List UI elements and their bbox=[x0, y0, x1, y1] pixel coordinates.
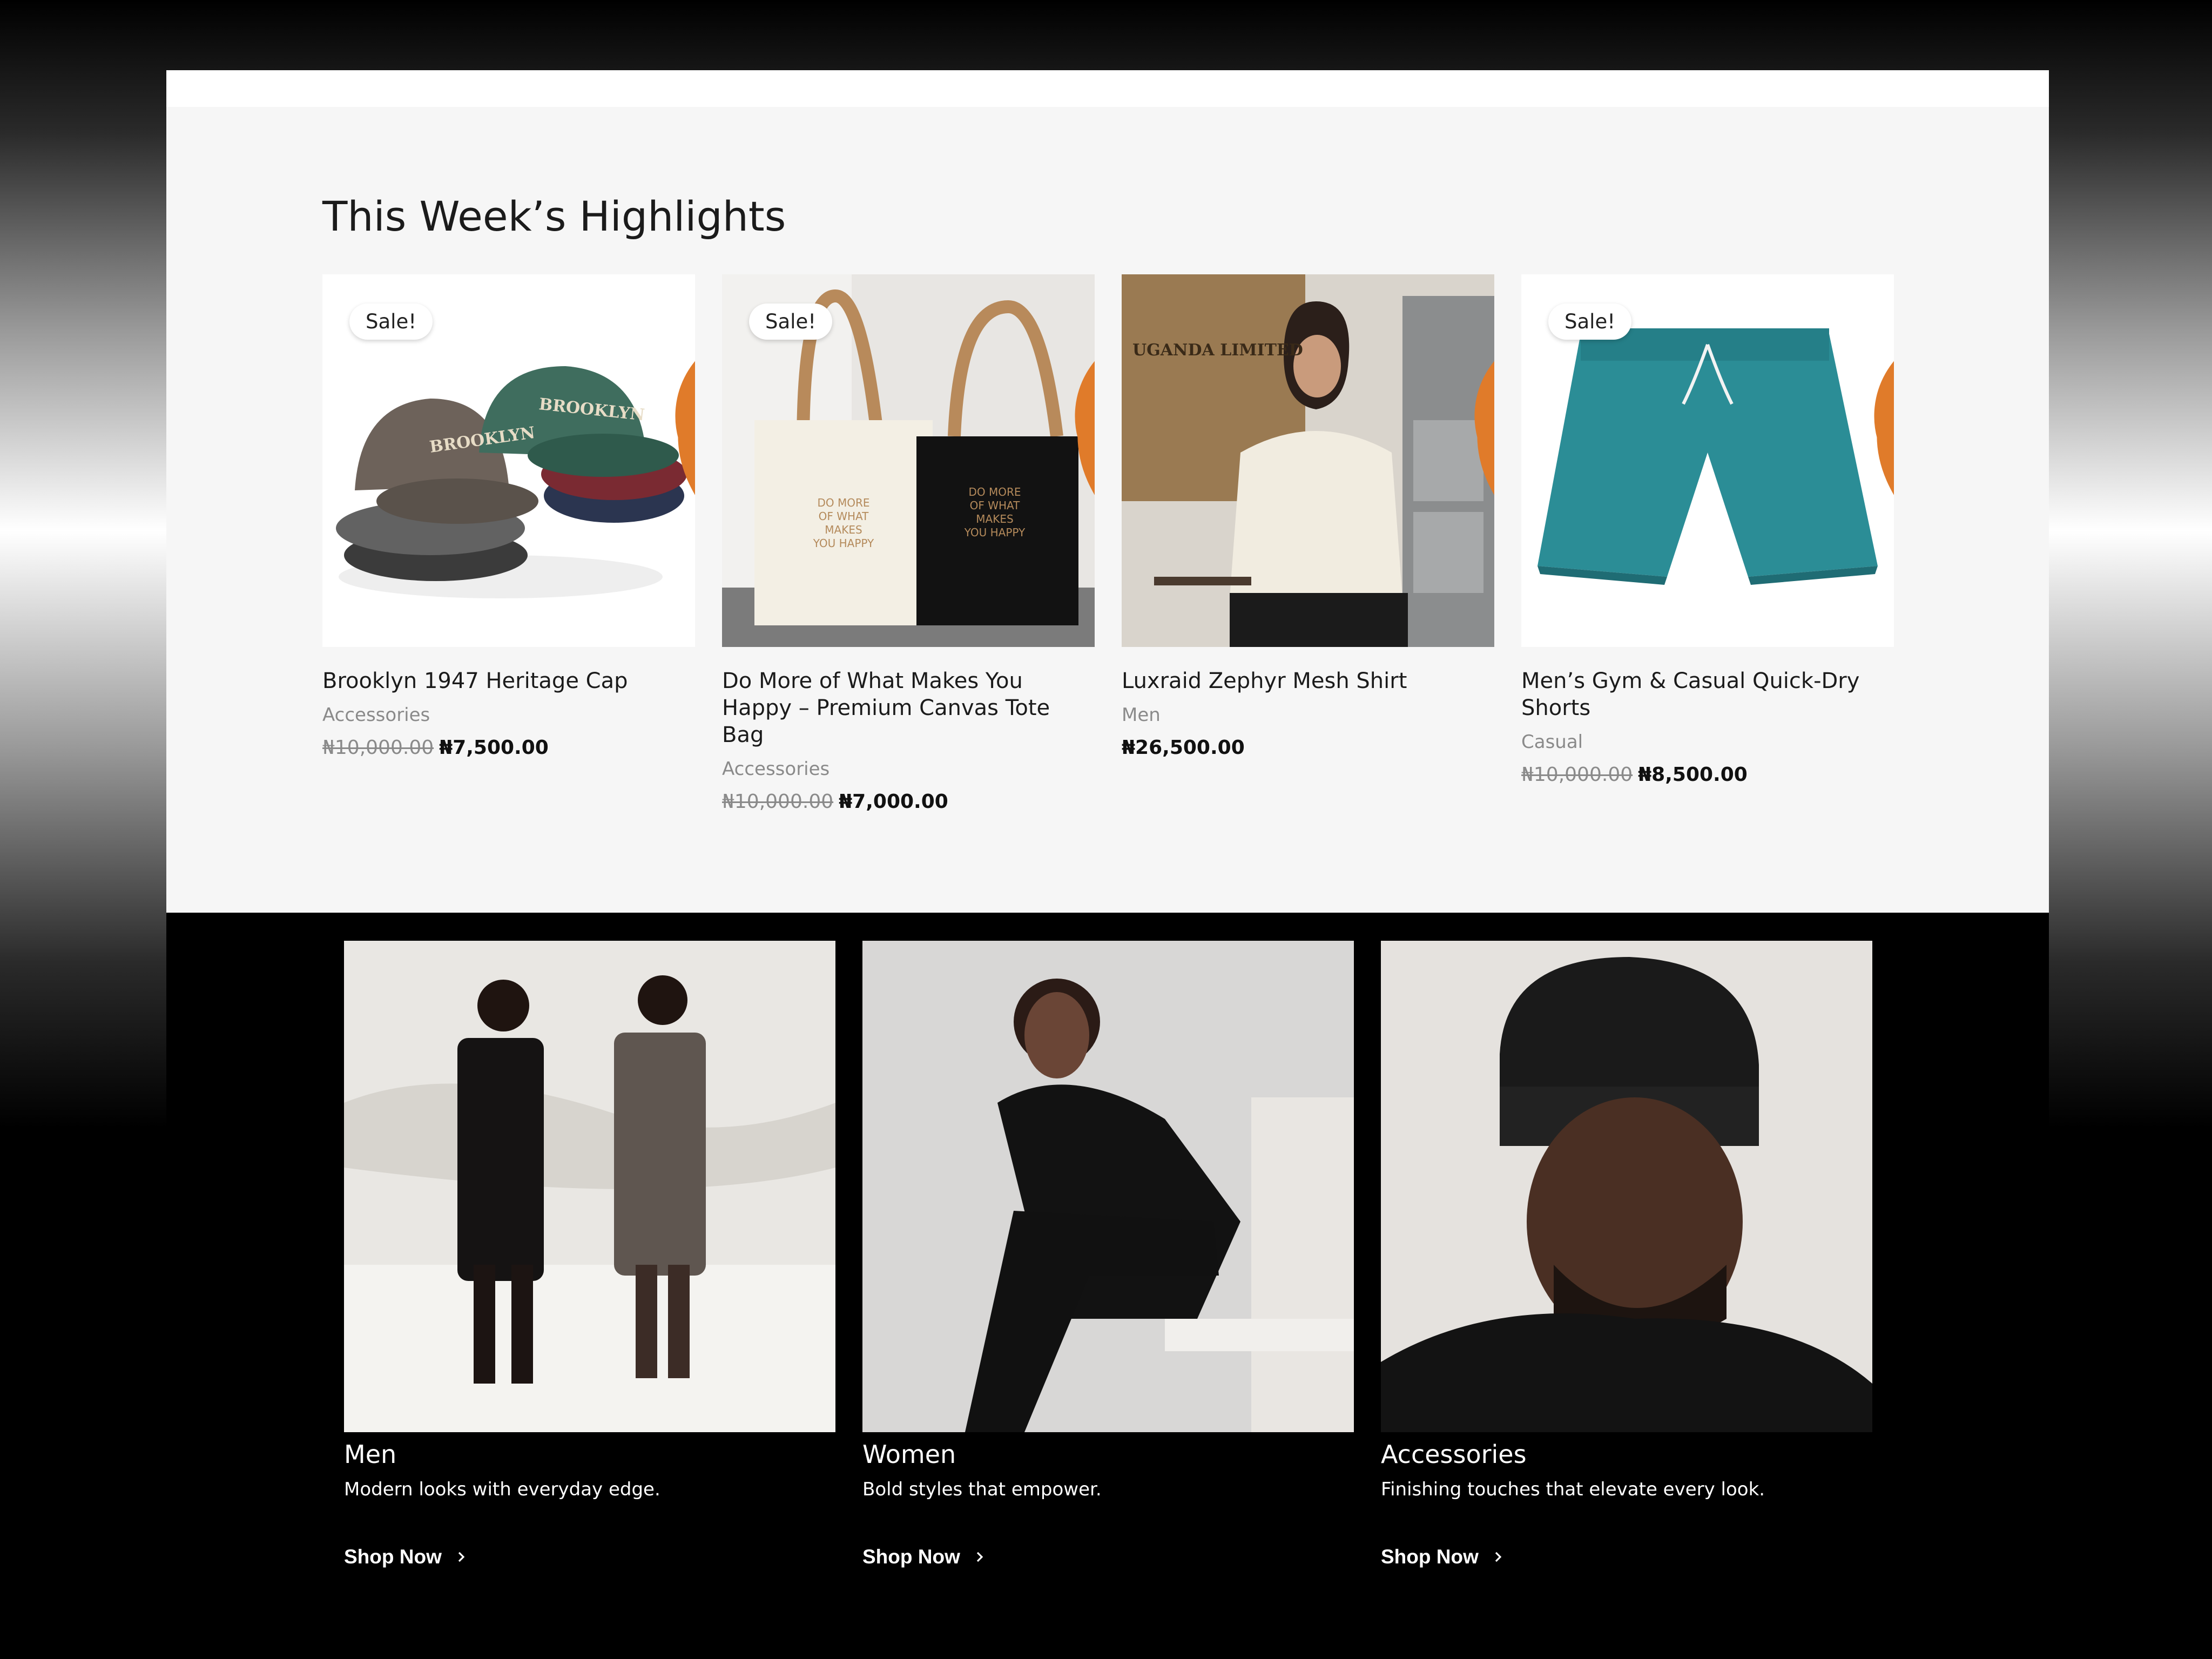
category-image[interactable] bbox=[344, 941, 835, 1432]
page-frame: This Week’s Highlights BROOKLYN BROOKLYN bbox=[166, 70, 2049, 1587]
product-image[interactable]: DO MORE OF WHAT MAKES YOU HAPPY DO MORE … bbox=[722, 274, 1095, 647]
chevron-right-icon bbox=[1495, 1552, 1502, 1562]
svg-text:UGANDA LIMITED: UGANDA LIMITED bbox=[1132, 341, 1303, 360]
men-category-image bbox=[344, 941, 835, 1432]
highlights-section: This Week’s Highlights BROOKLYN BROOKLYN bbox=[166, 107, 2049, 981]
svg-text:DO MORE: DO MORE bbox=[817, 496, 869, 509]
shop-now-link[interactable]: Shop Now bbox=[344, 1546, 468, 1568]
sale-price: ₦7,500.00 bbox=[439, 737, 549, 759]
category-description: Finishing touches that elevate every loo… bbox=[1381, 1479, 1765, 1500]
svg-text:DO MORE: DO MORE bbox=[968, 485, 1021, 498]
heart-icon[interactable] bbox=[1844, 304, 1894, 495]
accessories-category-image bbox=[1381, 941, 1872, 1432]
shop-now-label: Shop Now bbox=[1381, 1546, 1479, 1568]
category-tile-women[interactable]: Women Bold styles that empower. Shop Now bbox=[862, 941, 1354, 1568]
categories-section: Men Modern looks with everyday edge. Sho… bbox=[166, 913, 2049, 1587]
product-title[interactable]: Brooklyn 1947 Heritage Cap bbox=[322, 667, 695, 694]
svg-text:MAKES: MAKES bbox=[976, 512, 1013, 525]
product-card[interactable]: Sale! Men’s Gym & Casual Quick-Dry Short… bbox=[1521, 274, 1894, 786]
product-title[interactable]: Do More of What Makes You Happy – Premiu… bbox=[722, 667, 1095, 748]
sale-badge: Sale! bbox=[749, 304, 833, 340]
old-price: ₦10,000.00 bbox=[722, 791, 834, 813]
product-price: ₦10,000.00 ₦7,500.00 bbox=[322, 737, 695, 759]
category-description: Bold styles that empower. bbox=[862, 1479, 1102, 1500]
svg-text:MAKES: MAKES bbox=[825, 523, 862, 536]
product-image[interactable]: UGANDA LIMITED bbox=[1122, 274, 1494, 647]
sale-badge: Sale! bbox=[1548, 304, 1632, 340]
product-category[interactable]: Accessories bbox=[322, 704, 695, 726]
women-category-image bbox=[862, 941, 1354, 1432]
product-category[interactable]: Men bbox=[1122, 704, 1494, 726]
product-card[interactable]: UGANDA LIMITED Luxraid Zephyr Mesh Shirt… bbox=[1122, 274, 1494, 759]
product-price: ₦26,500.00 bbox=[1122, 737, 1494, 759]
product-image[interactable]: Sale! bbox=[1521, 274, 1894, 647]
sale-price: ₦7,000.00 bbox=[839, 791, 948, 813]
svg-text:OF WHAT: OF WHAT bbox=[819, 510, 869, 523]
product-category[interactable]: Casual bbox=[1521, 731, 1894, 753]
heart-icon[interactable] bbox=[1445, 304, 1494, 495]
section-title: This Week’s Highlights bbox=[322, 192, 786, 240]
category-name[interactable]: Accessories bbox=[1381, 1440, 1872, 1469]
product-title[interactable]: Men’s Gym & Casual Quick-Dry Shorts bbox=[1521, 667, 1894, 721]
product-card[interactable]: BROOKLYN BROOKLYN Sale! Brooklyn 1947 He… bbox=[322, 274, 695, 759]
product-price: ₦10,000.00 ₦8,500.00 bbox=[1521, 764, 1894, 786]
heart-icon[interactable] bbox=[1045, 304, 1095, 495]
old-price: ₦10,000.00 bbox=[1521, 764, 1633, 786]
mesh-shirt-image: UGANDA LIMITED bbox=[1122, 274, 1494, 647]
product-card[interactable]: DO MORE OF WHAT MAKES YOU HAPPY DO MORE … bbox=[722, 274, 1095, 813]
category-image[interactable] bbox=[1381, 941, 1872, 1432]
chevron-right-icon bbox=[458, 1552, 465, 1562]
price: ₦26,500.00 bbox=[1122, 737, 1245, 759]
svg-text:OF WHAT: OF WHAT bbox=[970, 499, 1021, 512]
old-price: ₦10,000.00 bbox=[322, 737, 434, 759]
sale-badge: Sale! bbox=[349, 304, 433, 340]
product-title[interactable]: Luxraid Zephyr Mesh Shirt bbox=[1122, 667, 1494, 694]
shop-now-label: Shop Now bbox=[344, 1546, 442, 1568]
shop-now-label: Shop Now bbox=[862, 1546, 960, 1568]
category-image[interactable] bbox=[862, 941, 1354, 1432]
category-name[interactable]: Men bbox=[344, 1440, 835, 1469]
category-tile-accessories[interactable]: Accessories Finishing touches that eleva… bbox=[1381, 941, 1872, 1568]
category-name[interactable]: Women bbox=[862, 1440, 1354, 1469]
chevron-right-icon bbox=[976, 1552, 983, 1562]
product-price: ₦10,000.00 ₦7,000.00 bbox=[722, 791, 1095, 813]
category-tile-men[interactable]: Men Modern looks with everyday edge. Sho… bbox=[344, 941, 835, 1568]
sale-price: ₦8,500.00 bbox=[1638, 764, 1748, 786]
svg-text:YOU HAPPY: YOU HAPPY bbox=[964, 526, 1026, 539]
shop-now-link[interactable]: Shop Now bbox=[1381, 1546, 1505, 1568]
shop-now-link[interactable]: Shop Now bbox=[862, 1546, 986, 1568]
category-description: Modern looks with everyday edge. bbox=[344, 1479, 660, 1500]
product-category[interactable]: Accessories bbox=[722, 758, 1095, 780]
heart-icon[interactable] bbox=[645, 304, 695, 495]
svg-text:YOU HAPPY: YOU HAPPY bbox=[813, 537, 874, 550]
product-image[interactable]: BROOKLYN BROOKLYN Sale! bbox=[322, 274, 695, 647]
